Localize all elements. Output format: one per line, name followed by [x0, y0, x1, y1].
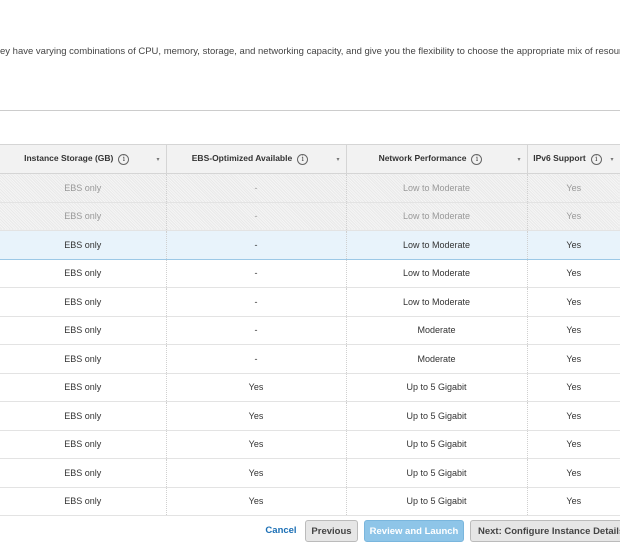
cell-network-performance: Up to 5 Gigabit [346, 373, 528, 402]
table-row[interactable]: EBS only Yes Up to 5 Gigabit Yes [0, 430, 620, 459]
cell-network-performance: Moderate [346, 344, 528, 374]
cell-ebs-optimized: Yes [166, 430, 347, 459]
cell-ipv6-support: Yes [527, 230, 620, 260]
cell-network-performance: Up to 5 Gigabit [346, 430, 528, 459]
sort-arrow-icon[interactable]: ▾ [336, 156, 339, 163]
cell-ebs-optimized: - [166, 230, 347, 260]
cell-ebs-optimized: Yes [166, 458, 347, 488]
column-header-label: Network Performance [378, 153, 467, 164]
wizard-footer: Cancel Previous Review and Launch Next: … [0, 520, 620, 544]
cell-instance-storage: EBS only [0, 373, 167, 402]
column-header-label: EBS-Optimized Available [191, 153, 293, 164]
sort-arrow-icon[interactable]: ▾ [610, 156, 613, 163]
cell-instance-storage: EBS only [0, 259, 167, 288]
info-icon[interactable]: i [297, 153, 309, 165]
previous-button[interactable]: Previous [305, 520, 358, 542]
cell-ebs-optimized: - [166, 202, 347, 231]
intro-description: ey have varying combinations of CPU, mem… [0, 46, 620, 57]
cell-instance-storage: EBS only [0, 487, 167, 516]
next-configure-instance-details-button[interactable]: Next: Configure Instance Details [470, 520, 620, 542]
cell-ipv6-support: Yes [527, 316, 620, 345]
filter-bar[interactable] [0, 110, 620, 145]
cell-ipv6-support: Yes [527, 487, 620, 516]
cell-ebs-optimized: - [166, 316, 347, 345]
cell-network-performance: Moderate [346, 316, 528, 345]
cell-ipv6-support: Yes [527, 202, 620, 231]
cell-ipv6-support: Yes [527, 458, 620, 488]
cell-instance-storage: EBS only [0, 316, 167, 345]
review-and-launch-button[interactable]: Review and Launch [364, 520, 464, 542]
cell-network-performance: Up to 5 Gigabit [346, 401, 528, 431]
cell-ebs-optimized: Yes [166, 401, 347, 431]
column-header-label: Instance Storage (GB) [24, 153, 114, 164]
cell-ipv6-support: Yes [527, 401, 620, 431]
cell-instance-storage: EBS only [0, 344, 167, 374]
cell-ipv6-support: Yes [527, 259, 620, 288]
cell-network-performance: Low to Moderate [346, 173, 528, 203]
table-row[interactable]: EBS only - Moderate Yes [0, 344, 620, 374]
info-icon[interactable]: i [118, 153, 130, 165]
cell-instance-storage: EBS only [0, 458, 167, 488]
cell-instance-storage: EBS only [0, 287, 167, 317]
table-row[interactable]: EBS only Yes Up to 5 Gigabit Yes [0, 401, 620, 431]
cell-ipv6-support: Yes [527, 373, 620, 402]
cell-ebs-optimized: - [166, 173, 347, 203]
cell-ipv6-support: Yes [527, 430, 620, 459]
cell-ebs-optimized: - [166, 287, 347, 317]
cell-ebs-optimized: - [166, 259, 347, 288]
cell-network-performance: Low to Moderate [346, 230, 528, 260]
table-row[interactable]: EBS only Yes Up to 5 Gigabit Yes [0, 487, 620, 516]
column-header-network-performance[interactable]: Network Performance i ▾ [346, 144, 528, 174]
table-row[interactable]: EBS only - Low to Moderate Yes [0, 259, 620, 288]
table-row[interactable]: EBS only - Low to Moderate Yes [0, 173, 620, 203]
instance-types-table: Instance Storage (GB) i ▾ EBS-Optimized A… [0, 144, 620, 516]
cell-network-performance: Up to 5 Gigabit [346, 487, 528, 516]
cell-instance-storage: EBS only [0, 230, 167, 260]
cancel-button[interactable]: Cancel [263, 520, 299, 542]
sort-arrow-icon[interactable]: ▾ [517, 156, 520, 163]
cell-ipv6-support: Yes [527, 173, 620, 203]
info-icon[interactable]: i [590, 153, 602, 165]
cell-instance-storage: EBS only [0, 173, 167, 203]
cell-network-performance: Low to Moderate [346, 259, 528, 288]
cell-instance-storage: EBS only [0, 430, 167, 459]
column-header-ipv6-support[interactable]: IPv6 Support i ▾ [527, 144, 620, 174]
cell-network-performance: Up to 5 Gigabit [346, 458, 528, 488]
cell-ipv6-support: Yes [527, 287, 620, 317]
cell-instance-storage: EBS only [0, 401, 167, 431]
column-header-ebs-optimized[interactable]: EBS-Optimized Available i ▾ [166, 144, 347, 174]
cell-network-performance: Low to Moderate [346, 202, 528, 231]
cell-ebs-optimized: Yes [166, 487, 347, 516]
table-header-row: Instance Storage (GB) i ▾ EBS-Optimized A… [0, 144, 620, 174]
table-row[interactable]: EBS only - Low to Moderate Yes [0, 202, 620, 231]
table-row[interactable]: EBS only Yes Up to 5 Gigabit Yes [0, 373, 620, 402]
cell-ebs-optimized: - [166, 344, 347, 374]
cell-ebs-optimized: Yes [166, 373, 347, 402]
sort-arrow-icon[interactable]: ▾ [156, 156, 159, 163]
table-row[interactable]: EBS only - Moderate Yes [0, 316, 620, 345]
table-row[interactable]: EBS only Yes Up to 5 Gigabit Yes [0, 458, 620, 488]
column-header-instance-storage[interactable]: Instance Storage (GB) i ▾ [0, 144, 167, 174]
column-header-label: IPv6 Support [533, 153, 586, 164]
table-row[interactable]: EBS only - Low to Moderate Yes [0, 230, 620, 260]
cell-ipv6-support: Yes [527, 344, 620, 374]
cell-instance-storage: EBS only [0, 202, 167, 231]
info-icon[interactable]: i [471, 153, 483, 165]
cell-network-performance: Low to Moderate [346, 287, 528, 317]
table-row[interactable]: EBS only - Low to Moderate Yes [0, 287, 620, 317]
